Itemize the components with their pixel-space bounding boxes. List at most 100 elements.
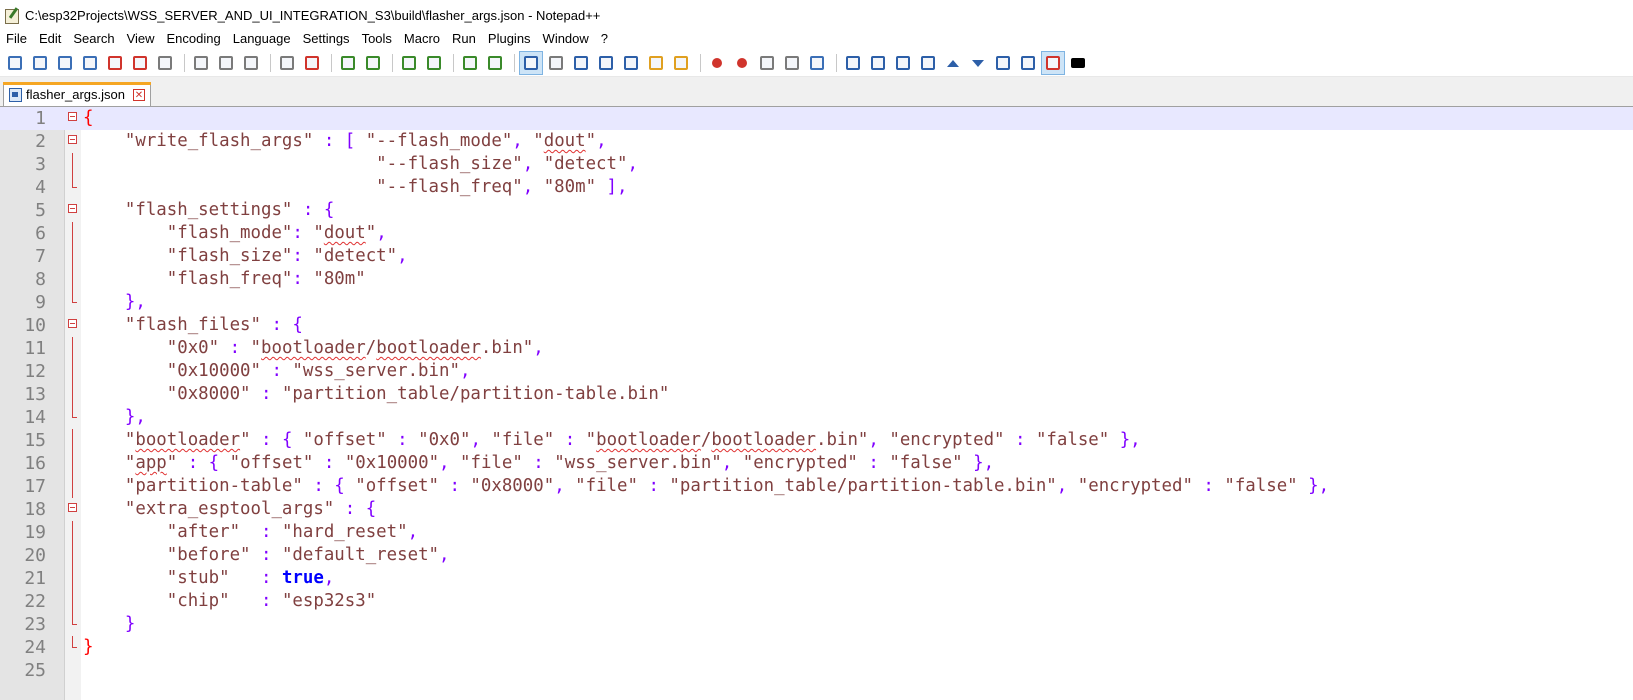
save-all-button[interactable] xyxy=(79,52,101,74)
indent-guide-button[interactable] xyxy=(570,52,592,74)
code-line[interactable]: 25 xyxy=(0,659,1633,682)
code-line[interactable]: 11 "0x0" : "bootloader/bootloader.bin", xyxy=(0,337,1633,360)
folder-workspace-button[interactable] xyxy=(645,52,667,74)
menu-settings[interactable]: Settings xyxy=(297,29,356,49)
code-token: , xyxy=(470,430,492,450)
run-macro-multiple-button[interactable] xyxy=(781,52,803,74)
menu-run[interactable]: Run xyxy=(446,29,482,49)
code-token: : { xyxy=(313,476,356,496)
code-line[interactable]: 6 "flash_mode": "dout", xyxy=(0,222,1633,245)
plugin-sort-button[interactable] xyxy=(917,52,939,74)
sync-horizontal-button[interactable] xyxy=(484,52,506,74)
print-button[interactable] xyxy=(154,52,176,74)
code-editor[interactable]: 1{2 "write_flash_args" : [ "--flash_mode… xyxy=(0,107,1633,700)
close-button[interactable] xyxy=(104,52,126,74)
fold-toggle-icon[interactable] xyxy=(68,204,77,213)
up-arrow-button[interactable] xyxy=(942,52,964,74)
menu-window[interactable]: Window xyxy=(537,29,595,49)
menu-encoding[interactable]: Encoding xyxy=(161,29,227,49)
menu-tools[interactable]: Tools xyxy=(356,29,398,49)
fold-toggle-icon[interactable] xyxy=(68,135,77,144)
save-macro-button[interactable] xyxy=(806,52,828,74)
menu-search[interactable]: Search xyxy=(67,29,120,49)
paste-button[interactable] xyxy=(240,52,262,74)
code-text: "flash_size": "detect", xyxy=(83,245,408,268)
tab-flasher-args[interactable]: flasher_args.json ✕ xyxy=(3,82,151,106)
code-line[interactable]: 14 }, xyxy=(0,406,1633,429)
code-line[interactable]: 18 "extra_esptool_args" : { xyxy=(0,498,1633,521)
plugin-collapse-button[interactable] xyxy=(992,52,1014,74)
monitoring-button[interactable] xyxy=(670,52,692,74)
menu-edit[interactable]: Edit xyxy=(33,29,67,49)
play-macro-button[interactable] xyxy=(756,52,778,74)
sync-vertical-button[interactable] xyxy=(459,52,481,74)
menu-help[interactable]: ? xyxy=(595,29,614,49)
plugin-table-button[interactable] xyxy=(892,52,914,74)
code-line[interactable]: 20 "before" : "default_reset", xyxy=(0,544,1633,567)
code-token: : xyxy=(323,453,345,473)
menu-macro[interactable]: Macro xyxy=(398,29,446,49)
code-line[interactable]: 24} xyxy=(0,636,1633,659)
copy-button[interactable] xyxy=(215,52,237,74)
word-wrap-button[interactable] xyxy=(519,51,543,75)
code-area[interactable]: 1{2 "write_flash_args" : [ "--flash_mode… xyxy=(0,107,1633,682)
cut-button[interactable] xyxy=(190,52,212,74)
code-line[interactable]: 1{ xyxy=(0,107,1633,130)
plugin-insert-icon xyxy=(846,56,860,70)
code-line[interactable]: 2 "write_flash_args" : [ "--flash_mode",… xyxy=(0,130,1633,153)
menu-file[interactable]: File xyxy=(0,29,33,49)
fold-toggle-icon[interactable] xyxy=(68,112,77,121)
function-list-button[interactable] xyxy=(620,52,642,74)
line-number: 3 xyxy=(35,154,46,175)
zoom-out-button[interactable] xyxy=(423,52,445,74)
code-line[interactable]: 22 "chip" : "esp32s3" xyxy=(0,590,1633,613)
menu-plugins[interactable]: Plugins xyxy=(482,29,537,49)
markdown-button[interactable] xyxy=(1067,52,1089,74)
tab-close-icon[interactable]: ✕ xyxy=(133,88,145,101)
replace-button[interactable] xyxy=(362,52,384,74)
undo-button[interactable] xyxy=(276,52,298,74)
code-token: } xyxy=(83,614,136,634)
fold-toggle-icon[interactable] xyxy=(68,319,77,328)
spell-check-button[interactable] xyxy=(1041,51,1065,75)
new-file-button[interactable] xyxy=(4,52,26,74)
language-format-button[interactable] xyxy=(595,52,617,74)
code-line[interactable]: 4 "--flash_freq", "80m" ], xyxy=(0,176,1633,199)
code-line[interactable]: 8 "flash_freq": "80m" xyxy=(0,268,1633,291)
close-all-button[interactable] xyxy=(129,52,151,74)
code-line[interactable]: 9 }, xyxy=(0,291,1633,314)
code-line[interactable]: 7 "flash_size": "detect", xyxy=(0,245,1633,268)
save-button[interactable] xyxy=(54,52,76,74)
code-line[interactable]: 21 "stub" : true, xyxy=(0,567,1633,590)
code-token: "flash_settings" xyxy=(83,200,303,220)
code-line[interactable]: 5 "flash_settings" : { xyxy=(0,199,1633,222)
stop-record-button[interactable] xyxy=(731,52,753,74)
plugin-view-button[interactable] xyxy=(1017,52,1039,74)
show-all-chars-button[interactable] xyxy=(545,52,567,74)
line-number: 10 xyxy=(24,315,46,336)
up-arrow-icon xyxy=(947,59,959,67)
plugin-list-button[interactable] xyxy=(867,52,889,74)
code-line[interactable]: 19 "after" : "hard_reset", xyxy=(0,521,1633,544)
code-text: "write_flash_args" : [ "--flash_mode", "… xyxy=(83,130,607,153)
record-macro-button[interactable] xyxy=(706,52,728,74)
fold-toggle-icon[interactable] xyxy=(68,503,77,512)
code-line[interactable]: 15 "bootloader" : { "offset" : "0x0", "f… xyxy=(0,429,1633,452)
open-file-button[interactable] xyxy=(29,52,51,74)
code-line[interactable]: 16 "app" : { "offset" : "0x10000", "file… xyxy=(0,452,1633,475)
redo-button[interactable] xyxy=(301,52,323,74)
code-line[interactable]: 23 } xyxy=(0,613,1633,636)
find-button[interactable] xyxy=(337,52,359,74)
down-arrow-button[interactable] xyxy=(967,52,989,74)
code-line[interactable]: 10 "flash_files" : { xyxy=(0,314,1633,337)
plugin-insert-button[interactable] xyxy=(842,52,864,74)
menu-view[interactable]: View xyxy=(121,29,161,49)
menu-language[interactable]: Language xyxy=(227,29,297,49)
code-line[interactable]: 12 "0x10000" : "wss_server.bin", xyxy=(0,360,1633,383)
record-macro-icon xyxy=(712,58,722,68)
code-line[interactable]: 3 "--flash_size", "detect", xyxy=(0,153,1633,176)
code-line[interactable]: 13 "0x8000" : "partition_table/partition… xyxy=(0,383,1633,406)
zoom-in-button[interactable] xyxy=(398,52,420,74)
code-line[interactable]: 17 "partition-table" : { "offset" : "0x8… xyxy=(0,475,1633,498)
language-format-icon xyxy=(599,56,613,70)
